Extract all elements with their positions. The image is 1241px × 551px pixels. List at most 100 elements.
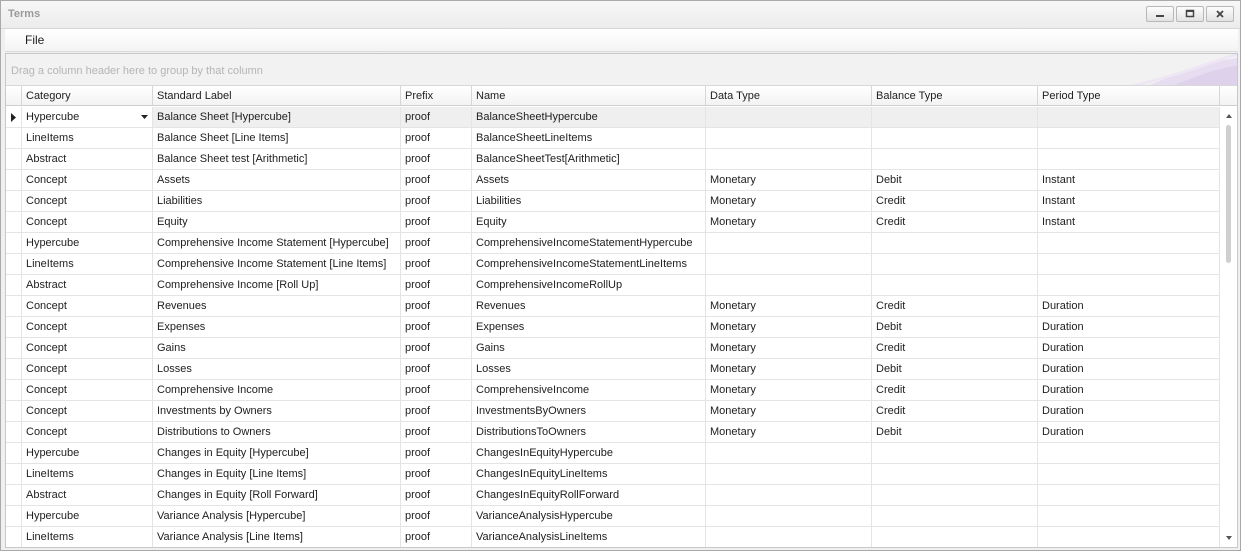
row-indicator[interactable] [6, 233, 22, 253]
cell-name[interactable]: Liabilities [472, 191, 706, 211]
cell-name[interactable]: ComprehensiveIncome [472, 380, 706, 400]
scroll-up-icon[interactable] [1224, 111, 1234, 121]
menu-item-file[interactable]: File [21, 33, 48, 47]
cell-data-type[interactable] [706, 107, 872, 127]
table-row[interactable]: Concept Liabilities proof Liabilities Moneta… [6, 191, 1220, 212]
table-row[interactable]: Abstract Comprehensive Income [Roll Up] pr… [6, 275, 1220, 296]
table-row[interactable]: Concept Gains proof Gains Monetary Credit Dura… [6, 338, 1220, 359]
cell-prefix[interactable]: proof [401, 170, 472, 190]
cell-category[interactable]: Hypercube [22, 107, 153, 127]
cell-period-type[interactable] [1038, 149, 1220, 169]
table-row[interactable]: Concept Assets proof Assets Monetary Debit Ins… [6, 170, 1220, 191]
cell-data-type[interactable] [706, 149, 872, 169]
cell-name[interactable]: ChangesInEquityRollForward [472, 485, 706, 505]
cell-category[interactable]: LineItems [22, 128, 153, 148]
cell-prefix[interactable]: proof [401, 149, 472, 169]
cell-name[interactable]: DistributionsToOwners [472, 422, 706, 442]
cell-prefix[interactable]: proof [401, 191, 472, 211]
cell-standard-label[interactable]: Changes in Equity [Hypercube] [153, 443, 401, 463]
cell-name[interactable]: VarianceAnalysisLineItems [472, 527, 706, 547]
cell-balance-type[interactable]: Credit [872, 296, 1038, 316]
cell-period-type[interactable]: Duration [1038, 380, 1220, 400]
row-indicator[interactable] [6, 128, 22, 148]
column-header-prefix[interactable]: Prefix [401, 86, 472, 106]
row-indicator[interactable] [6, 506, 22, 526]
row-indicator[interactable] [6, 170, 22, 190]
cell-name[interactable]: ChangesInEquityHypercube [472, 443, 706, 463]
cell-prefix[interactable]: proof [401, 506, 472, 526]
cell-name[interactable]: Assets [472, 170, 706, 190]
cell-standard-label[interactable]: Equity [153, 212, 401, 232]
cell-category[interactable]: Concept [22, 401, 153, 421]
cell-standard-label[interactable]: Comprehensive Income Statement [Hypercub… [153, 233, 401, 253]
table-row[interactable]: LineItems Balance Sheet [Line Items] proof… [6, 128, 1220, 149]
cell-category[interactable]: LineItems [22, 254, 153, 274]
cell-balance-type[interactable]: Credit [872, 338, 1038, 358]
table-row[interactable]: Concept Equity proof Equity Monetary Credit In… [6, 212, 1220, 233]
row-indicator[interactable] [6, 464, 22, 484]
cell-name[interactable]: VarianceAnalysisHypercube [472, 506, 706, 526]
cell-data-type[interactable]: Monetary [706, 422, 872, 442]
cell-balance-type[interactable] [872, 275, 1038, 295]
cell-balance-type[interactable]: Credit [872, 380, 1038, 400]
cell-name[interactable]: InvestmentsByOwners [472, 401, 706, 421]
cell-data-type[interactable] [706, 464, 872, 484]
cell-category[interactable]: Concept [22, 317, 153, 337]
cell-category[interactable]: Concept [22, 338, 153, 358]
cell-standard-label[interactable]: Changes in Equity [Roll Forward] [153, 485, 401, 505]
cell-period-type[interactable]: Instant [1038, 191, 1220, 211]
cell-balance-type[interactable] [872, 254, 1038, 274]
cell-prefix[interactable]: proof [401, 296, 472, 316]
cell-name[interactable]: Losses [472, 359, 706, 379]
table-row[interactable]: Concept Losses proof Losses Monetary Debit Dur… [6, 359, 1220, 380]
column-header-name[interactable]: Name [472, 86, 706, 106]
cell-prefix[interactable]: proof [401, 485, 472, 505]
cell-balance-type[interactable] [872, 149, 1038, 169]
table-row[interactable]: Concept Comprehensive Income proof Comprehe… [6, 380, 1220, 401]
cell-balance-type[interactable] [872, 485, 1038, 505]
cell-period-type[interactable]: Duration [1038, 317, 1220, 337]
cell-name[interactable]: ComprehensiveIncomeStatementLineItems [472, 254, 706, 274]
table-row[interactable]: LineItems Changes in Equity [Line Items] p… [6, 464, 1220, 485]
cell-name[interactable]: Equity [472, 212, 706, 232]
cell-category[interactable]: Concept [22, 212, 153, 232]
cell-balance-type[interactable]: Credit [872, 212, 1038, 232]
row-indicator[interactable] [6, 485, 22, 505]
cell-balance-type[interactable]: Debit [872, 422, 1038, 442]
cell-name[interactable]: Revenues [472, 296, 706, 316]
cell-period-type[interactable]: Instant [1038, 212, 1220, 232]
column-header-period-type[interactable]: Period Type [1038, 86, 1220, 106]
cell-name[interactable]: BalanceSheetHypercube [472, 107, 706, 127]
cell-standard-label[interactable]: Balance Sheet test [Arithmetic] [153, 149, 401, 169]
cell-period-type[interactable] [1038, 443, 1220, 463]
cell-data-type[interactable] [706, 128, 872, 148]
table-row[interactable]: Abstract Changes in Equity [Roll Forward]… [6, 485, 1220, 506]
cell-standard-label[interactable]: Expenses [153, 317, 401, 337]
cell-data-type[interactable] [706, 506, 872, 526]
cell-category[interactable]: Concept [22, 296, 153, 316]
column-header-balance-type[interactable]: Balance Type [872, 86, 1038, 106]
cell-period-type[interactable]: Duration [1038, 422, 1220, 442]
row-indicator[interactable] [6, 149, 22, 169]
cell-prefix[interactable]: proof [401, 233, 472, 253]
cell-standard-label[interactable]: Liabilities [153, 191, 401, 211]
cell-period-type[interactable]: Duration [1038, 401, 1220, 421]
maximize-button[interactable] [1176, 6, 1204, 22]
cell-standard-label[interactable]: Comprehensive Income Statement [Line Ite… [153, 254, 401, 274]
row-indicator[interactable] [6, 443, 22, 463]
cell-standard-label[interactable]: Balance Sheet [Line Items] [153, 128, 401, 148]
row-indicator[interactable] [6, 107, 22, 127]
row-indicator[interactable] [6, 191, 22, 211]
cell-category[interactable]: Concept [22, 380, 153, 400]
cell-period-type[interactable] [1038, 506, 1220, 526]
cell-standard-label[interactable]: Comprehensive Income [153, 380, 401, 400]
cell-balance-type[interactable]: Credit [872, 401, 1038, 421]
title-bar[interactable]: Terms [1, 1, 1240, 29]
cell-prefix[interactable]: proof [401, 422, 472, 442]
cell-prefix[interactable]: proof [401, 527, 472, 547]
chevron-down-icon[interactable] [141, 115, 148, 119]
cell-prefix[interactable]: proof [401, 401, 472, 421]
cell-data-type[interactable] [706, 485, 872, 505]
column-header-data-type[interactable]: Data Type [706, 86, 872, 106]
cell-data-type[interactable]: Monetary [706, 359, 872, 379]
